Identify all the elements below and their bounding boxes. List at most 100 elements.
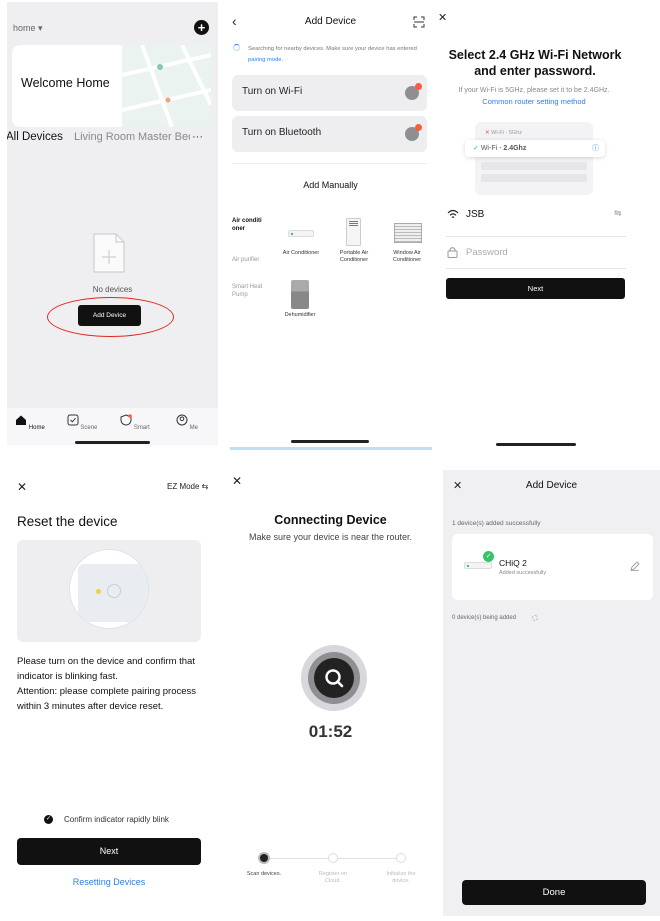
device-portable-ac[interactable]: Portable Air Conditioner <box>333 250 375 264</box>
divider <box>446 268 626 269</box>
category-air-conditioner[interactable]: Air conditi oner <box>232 217 268 233</box>
info-icon: ⓘ <box>592 145 599 152</box>
nav-home[interactable]: Home <box>10 414 50 431</box>
nav-smart[interactable]: Smart <box>115 414 155 431</box>
ssid-field[interactable]: JSB <box>466 209 484 220</box>
wifi-5g-row: ✕ Wi-Fi - 5Ghz <box>481 128 587 138</box>
nav-scene[interactable]: Scene <box>62 414 102 431</box>
home-screen: home ▾ + Welcome Home All Devices Living… <box>7 2 218 445</box>
dehumidifier-image <box>291 280 309 309</box>
welcome-card: Welcome Home <box>12 45 211 127</box>
next-button[interactable]: Next <box>446 278 625 299</box>
adding-count: 0 device(s) being added <box>452 615 517 621</box>
wifi-24-prefix: Wi-Fi - <box>480 145 504 152</box>
home-indicator <box>496 443 576 446</box>
page-title: Select 2.4 GHz Wi-Fi Network and enter p… <box>448 48 622 78</box>
tab-master-bedroom[interactable]: Master Bed <box>138 131 190 143</box>
empty-text: No devices <box>92 285 133 294</box>
wifi-icon <box>447 209 459 218</box>
page-subtitle: Make sure your device is near the router… <box>248 532 413 542</box>
profile-icon <box>176 414 188 426</box>
more-rooms-icon[interactable]: ··· <box>192 131 203 143</box>
indicator-light-icon <box>96 589 101 594</box>
portable-ac-image <box>346 218 361 246</box>
tab-living-room[interactable]: Living Room <box>74 131 135 143</box>
page-title: Reset the device <box>17 514 118 529</box>
step-scan-icon <box>258 852 270 864</box>
home-selector[interactable]: home ▾ <box>13 23 43 34</box>
confirm-checkbox[interactable]: ✓ <box>44 815 53 824</box>
step-initialize-label: Initialize the device. <box>386 871 416 884</box>
category-air-purifier[interactable]: Air purifier <box>232 256 259 264</box>
divider <box>232 163 427 164</box>
switch-network-icon[interactable]: ⇋ <box>614 208 622 219</box>
device-dehumidifier[interactable]: Dehumidifier <box>279 312 321 319</box>
device-air-conditioner[interactable]: Air Conditioner <box>280 250 322 257</box>
ac-unit-image <box>464 562 492 569</box>
step-scan-label: Scan devices. <box>246 871 282 877</box>
device-card[interactable]: ✓ CHiQ 2 Added successfully <box>452 534 653 600</box>
wifi-illustration: ✕ Wi-Fi - 5Ghz ✓ Wi-Fi - 2.4Ghz ⓘ <box>465 122 605 195</box>
device-status: Added successfully <box>499 570 547 576</box>
home-indicator <box>75 441 150 444</box>
nav-smart-label: Smart <box>133 425 150 431</box>
highlight-ellipse <box>47 297 174 337</box>
wifi-hint: If your Wi-Fi is 5GHz, please set it to … <box>458 87 610 94</box>
reset-device-screen: ✕ EZ Mode ⇆ Reset the device Please turn… <box>7 460 218 915</box>
divider <box>446 236 626 237</box>
searching-text: Searching for nearby devices. Make sure … <box>248 44 428 66</box>
ez-mode-toggle[interactable]: EZ Mode ⇆ <box>167 482 208 491</box>
scan-icon[interactable] <box>413 16 425 28</box>
search-icon <box>314 658 354 698</box>
bluetooth-status-icon <box>405 124 422 141</box>
page-title: Add Device <box>304 16 357 27</box>
reset-button-icon <box>107 584 121 598</box>
welcome-title: Welcome Home <box>21 76 110 90</box>
bluetooth-label: Turn on Bluetooth <box>242 127 322 138</box>
add-manually-heading: Add Manually <box>303 180 358 190</box>
add-device-result-screen: ✕ Add Device 1 device(s) added successfu… <box>443 470 660 916</box>
turn-on-wifi-card[interactable]: Turn on Wi-Fi <box>232 75 427 111</box>
add-icon[interactable]: + <box>194 20 209 35</box>
device-closeup <box>69 549 149 629</box>
nav-me-label: Me <box>189 425 198 431</box>
wifi-label: Turn on Wi-Fi <box>242 86 303 97</box>
close-icon[interactable]: ✕ <box>438 11 447 24</box>
ac-unit-image <box>288 230 314 237</box>
x-icon: ✕ <box>485 130 490 136</box>
category-smart-heat-pump[interactable]: Smart Heat Pump <box>232 283 268 299</box>
step-register-label: Register on Cloud. <box>318 871 348 884</box>
countdown-timer: 01:52 <box>308 722 353 741</box>
resetting-devices-link[interactable]: Resetting Devices <box>17 877 201 887</box>
reset-instructions: Please turn on the device and confirm th… <box>17 656 195 682</box>
device-window-ac[interactable]: Window Air Conditioner <box>386 250 428 264</box>
wifi-24-bold: 2.4Ghz <box>503 145 527 152</box>
nav-home-label: Home <box>28 425 45 431</box>
window-ac-image <box>394 223 422 243</box>
wifi-5g-label: Wi-Fi - 5Ghz <box>491 130 523 136</box>
done-button[interactable]: Done <box>462 880 646 905</box>
pairing-mode-link[interactable]: pairing mode. <box>248 57 283 63</box>
next-button[interactable]: Next <box>17 838 201 865</box>
router-setting-link[interactable]: Common router setting method <box>434 97 634 106</box>
edit-icon[interactable] <box>630 561 640 571</box>
check-icon: ✓ <box>473 145 479 152</box>
add-device-screen: ‹ Add Device Searching for nearby device… <box>229 2 432 448</box>
blue-underline <box>230 447 432 450</box>
confirm-label: Confirm indicator rapidly blink <box>64 815 169 824</box>
success-check-icon: ✓ <box>483 551 494 562</box>
searching-spinner-icon <box>233 44 240 51</box>
wifi-setup-screen: ✕ Select 2.4 GHz Wi-Fi Network and enter… <box>434 2 634 448</box>
tab-all-devices[interactable]: All Devices <box>7 131 63 143</box>
home-indicator <box>291 440 369 443</box>
home-icon <box>16 415 27 425</box>
close-icon[interactable]: ✕ <box>17 480 27 494</box>
placeholder-row <box>481 174 587 182</box>
password-input[interactable]: Password <box>466 247 508 258</box>
nav-me[interactable]: Me <box>167 414 207 431</box>
wifi-24-row: ✓ Wi-Fi - 2.4Ghz ⓘ <box>465 140 605 157</box>
step-initialize-icon <box>396 853 406 863</box>
turn-on-bluetooth-card[interactable]: Turn on Bluetooth <box>232 116 427 152</box>
connecting-screen: ✕ Connecting Device Make sure your devic… <box>229 460 432 915</box>
close-icon[interactable]: ✕ <box>232 474 242 488</box>
